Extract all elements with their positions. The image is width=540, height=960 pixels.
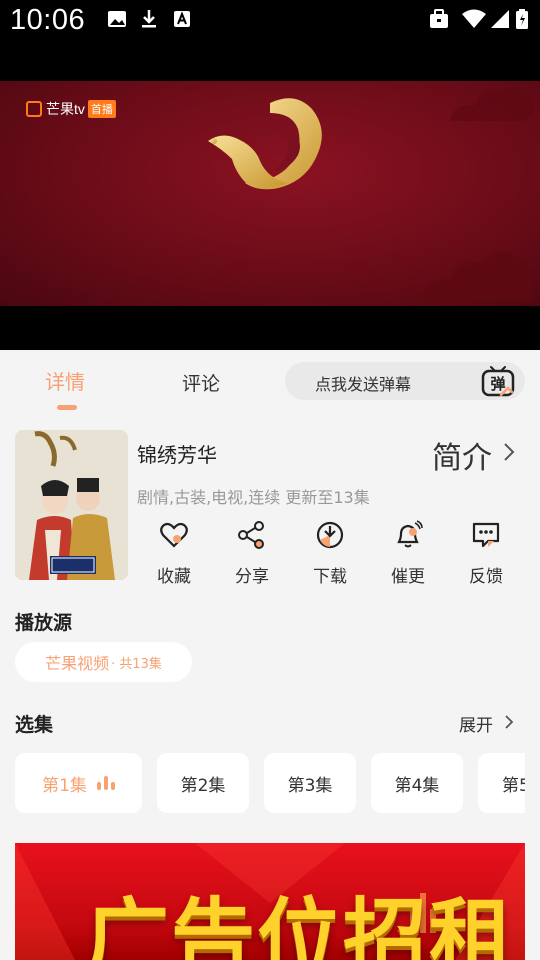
intro-link[interactable]: 简介	[432, 433, 492, 477]
episode-label: 第3集	[287, 775, 333, 796]
feedback-button[interactable]: 反馈	[456, 520, 516, 587]
share-button[interactable]: 分享	[222, 520, 282, 587]
cloud-ornament-icon	[450, 87, 534, 121]
download-icon	[316, 521, 344, 549]
danmu-toggle-icon[interactable]: 弹	[481, 365, 515, 397]
bell-icon	[397, 520, 423, 548]
video-frame[interactable]: 芒果tv 首播	[0, 81, 540, 306]
poster-art	[15, 430, 128, 580]
logo-text: 芒果tv	[46, 101, 85, 117]
expand-button[interactable]: 展开	[459, 711, 493, 736]
status-bar: 10:06	[0, 0, 540, 44]
ad-banner[interactable]: 广告位招租	[15, 843, 525, 960]
episode-item[interactable]: 第4集	[371, 753, 463, 813]
font-icon	[174, 11, 190, 27]
phoenix-emblem-icon	[208, 98, 322, 190]
tab-comments[interactable]: 评论	[182, 369, 220, 396]
favorite-label: 收藏	[157, 567, 191, 587]
source-heading: 播放源	[15, 612, 73, 634]
logo-sub: 首播	[87, 100, 116, 118]
urge-update-label: 催更	[391, 567, 425, 587]
favorite-button[interactable]: 收藏	[144, 520, 204, 587]
signal-icon	[491, 10, 509, 28]
danmu-icon-char: 弹	[490, 375, 505, 393]
chevron-right-icon[interactable]	[504, 714, 514, 730]
chevron-right-icon[interactable]	[502, 441, 516, 463]
tab-active-indicator	[57, 405, 77, 410]
episode-label: 第4集	[394, 775, 440, 796]
battery-icon	[516, 9, 528, 29]
source-chip[interactable]: 芒果视频 · 共13集	[15, 642, 192, 682]
mango-logo-icon	[26, 101, 42, 117]
playing-indicator-icon	[96, 776, 115, 790]
show-title: 锦绣芳华	[137, 443, 217, 467]
download-icon	[142, 10, 156, 28]
danmu-placeholder: 点我发送弹幕	[315, 375, 412, 394]
status-time: 10:06	[10, 4, 86, 36]
tab-details[interactable]: 详情	[45, 366, 85, 395]
episode-label: 第2集	[180, 775, 226, 796]
episodes-heading: 选集	[15, 714, 54, 736]
episode-label: 第1集	[42, 775, 87, 796]
episode-item[interactable]: 第2集	[157, 753, 249, 813]
source-count: · 共13集	[111, 656, 162, 672]
download-button[interactable]: 下载	[300, 520, 360, 587]
channel-logo: 芒果tv 首播	[26, 99, 116, 119]
video-player[interactable]: 芒果tv 首播	[0, 44, 540, 350]
feedback-icon	[472, 522, 500, 548]
danmu-input[interactable]: 点我发送弹幕 弹	[285, 362, 525, 400]
show-meta: 剧情,古装,电视,连续 更新至13集	[137, 488, 370, 507]
wifi-icon	[462, 9, 486, 28]
source-name: 芒果视频	[45, 654, 110, 673]
urge-update-button[interactable]: 催更	[378, 520, 438, 587]
episode-label: 第5集	[502, 775, 525, 796]
share-label: 分享	[235, 567, 269, 587]
briefcase-icon	[430, 9, 448, 28]
show-poster[interactable]	[15, 430, 128, 580]
share-icon	[238, 521, 264, 549]
ad-text: 广告位招租	[85, 889, 516, 960]
episode-item[interactable]: 第3集	[264, 753, 356, 813]
download-label: 下载	[313, 567, 347, 587]
feedback-label: 反馈	[469, 567, 503, 587]
episode-list[interactable]: 第1集 第2集 第3集 第4集 第5集	[15, 753, 525, 813]
heart-icon	[160, 522, 188, 548]
cloud-ornament-icon	[420, 251, 534, 301]
image-icon	[108, 11, 126, 27]
episode-item[interactable]: 第1集	[15, 753, 142, 813]
episode-item[interactable]: 第5集	[478, 753, 525, 813]
